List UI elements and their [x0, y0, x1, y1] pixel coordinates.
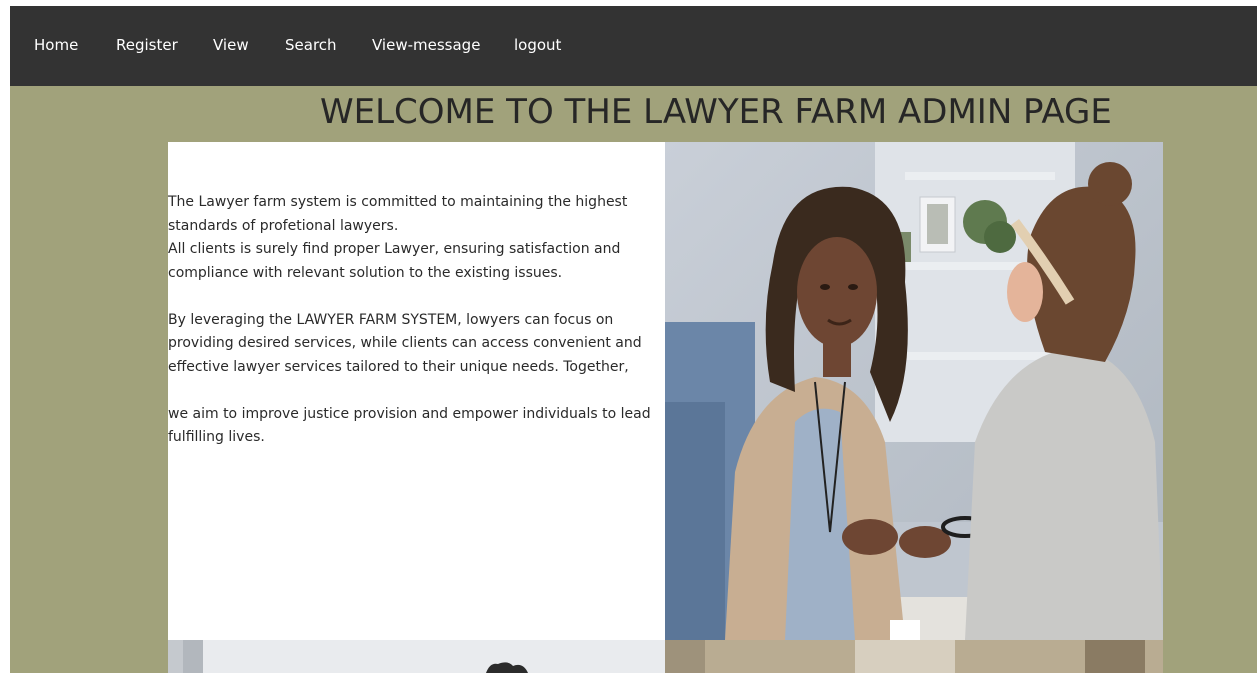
nav-link-search[interactable]: Search [285, 36, 337, 54]
intro-text: The Lawyer farm system is committed to m… [168, 191, 658, 450]
content-grid: The Lawyer farm system is committed to m… [168, 142, 1163, 673]
nav-link-view-message[interactable]: View-message [372, 36, 480, 54]
intro-paragraph-4: we aim to improve justice provision and … [168, 405, 651, 446]
intro-paragraph-1: The Lawyer farm system is committed to m… [168, 194, 628, 234]
consultation-photo [665, 142, 1163, 640]
nav-link-view[interactable]: View [213, 36, 249, 54]
intro-panel: The Lawyer farm system is committed to m… [168, 142, 665, 640]
intro-paragraph-3: By leveraging the LAWYER FARM SYSTEM, lo… [168, 311, 642, 375]
intro-paragraph-2: All clients is surely find proper Lawyer… [168, 241, 621, 281]
page-title: WELCOME TO THE LAWYER FARM ADMIN PAGE [320, 92, 1112, 132]
page-frame: Home Register View Search View-message l… [10, 6, 1257, 673]
office-photo [168, 640, 665, 673]
nav-link-logout[interactable]: logout [514, 36, 561, 54]
nav-link-register[interactable]: Register [116, 36, 178, 54]
top-navbar: Home Register View Search View-message l… [10, 6, 1257, 86]
room-photo [665, 640, 1163, 673]
nav-link-home[interactable]: Home [34, 36, 78, 54]
